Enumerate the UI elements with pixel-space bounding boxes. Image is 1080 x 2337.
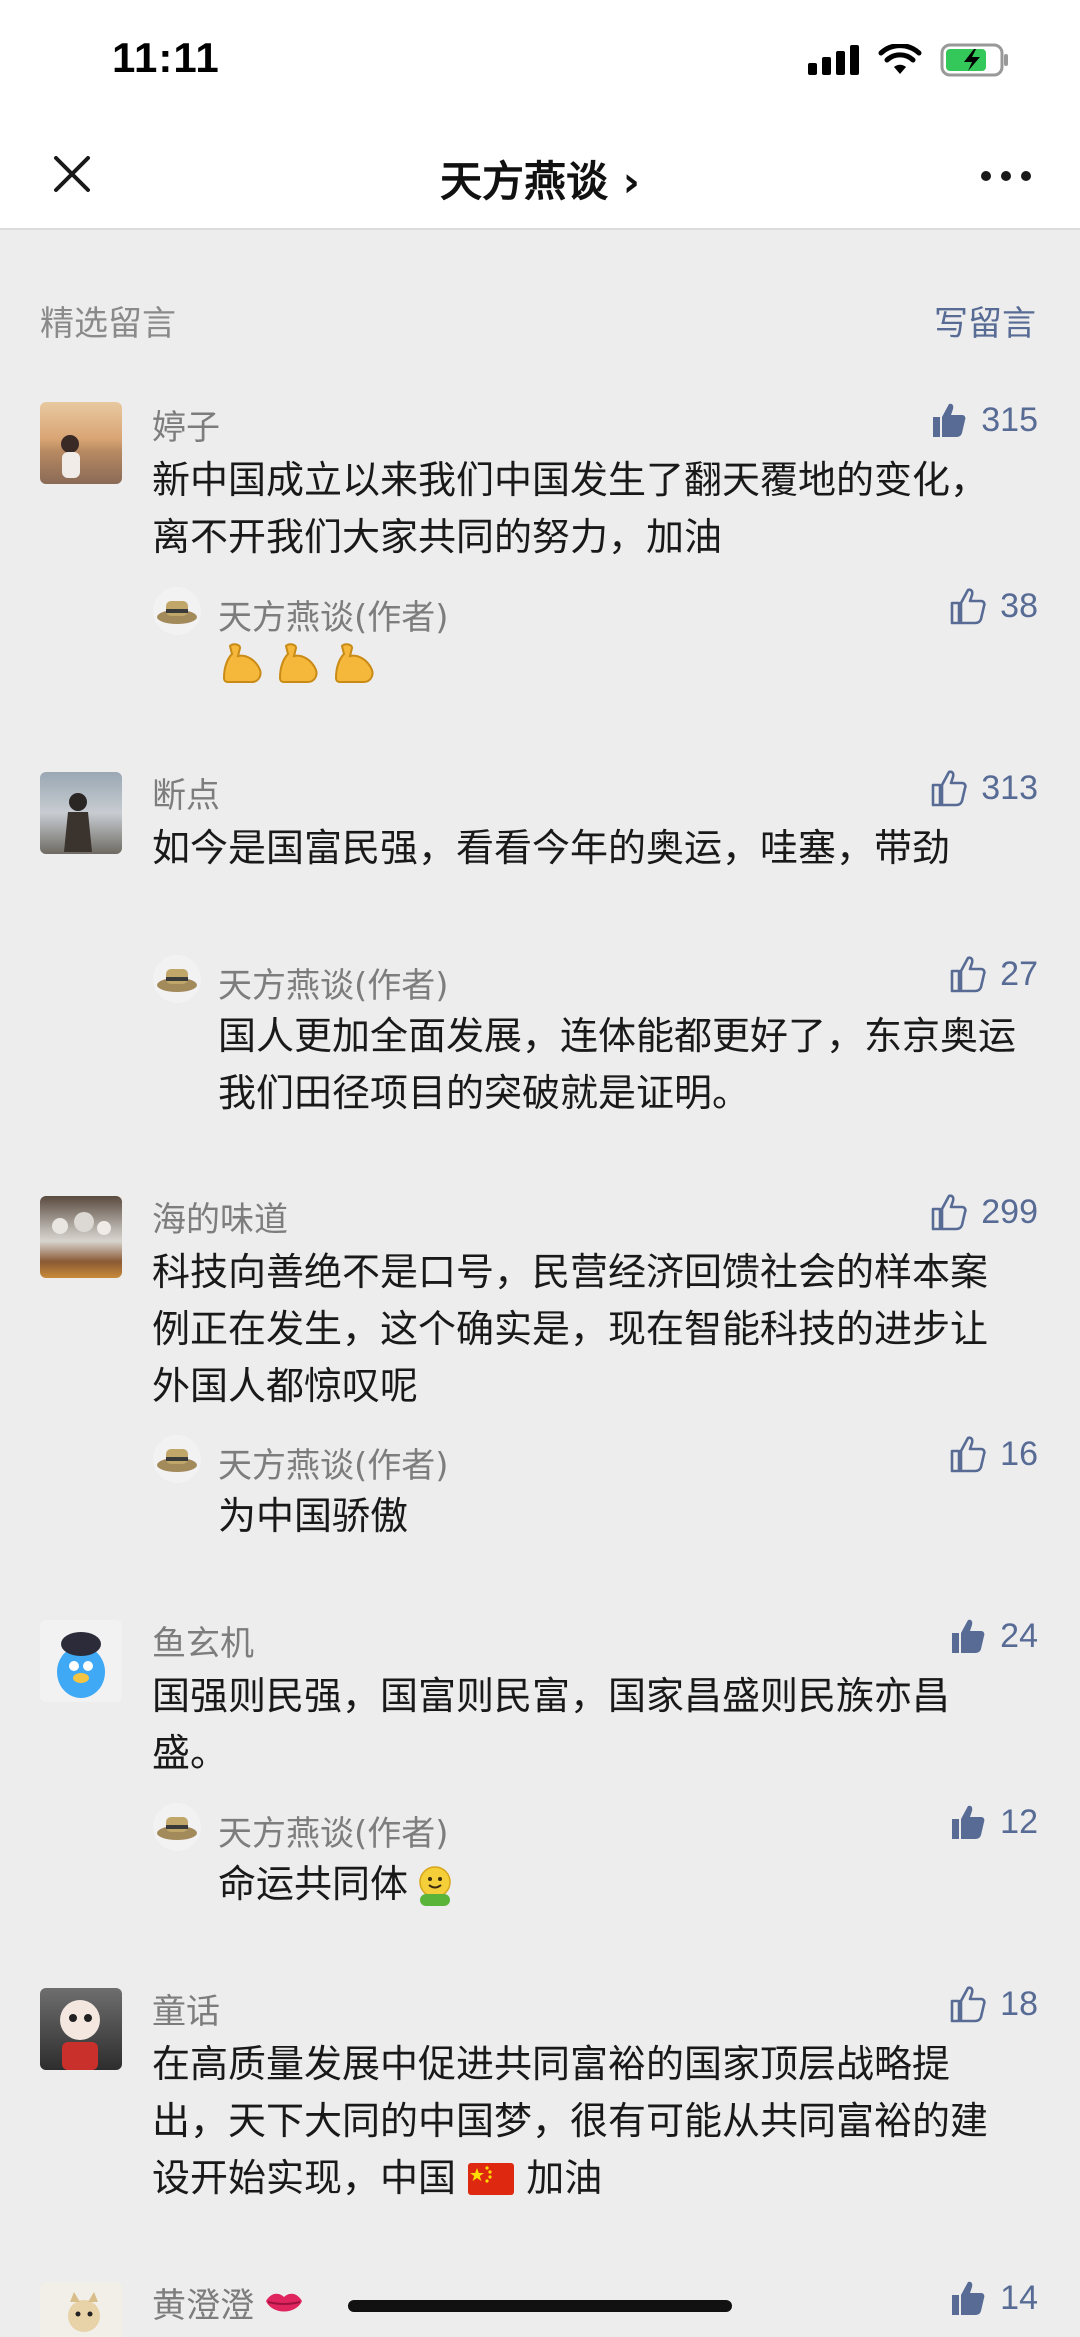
- reply-author: 天方燕谈(作者): [218, 1446, 449, 1486]
- china-flag-emoji-icon: [468, 2163, 515, 2195]
- nav-bar: 天方燕谈 ›: [0, 120, 1080, 230]
- home-indicator[interactable]: [348, 2300, 732, 2312]
- like-count: 18: [1000, 1984, 1038, 2023]
- thumb-up-icon: [952, 1619, 985, 1653]
- author-avatar: [153, 955, 201, 1003]
- write-comment-button[interactable]: 写留言: [934, 296, 1036, 345]
- comment-text: 科技向善绝不是口号，民营经济回馈社会的样本案例正在发生，这个确实是，现在智能科技…: [152, 1250, 989, 1408]
- thumb-up-icon: [931, 770, 967, 807]
- like-button[interactable]: 18: [948, 1984, 1038, 2024]
- thumb-up-icon: [952, 1805, 985, 1839]
- more-icon[interactable]: [980, 170, 1032, 182]
- reply-like-button[interactable]: 38: [948, 586, 1038, 626]
- thumb-up-icon: [950, 588, 986, 625]
- lips-emoji-icon: [266, 2293, 302, 2311]
- reply-author: 天方燕谈(作者): [218, 598, 449, 638]
- comment-author[interactable]: 黄澄澄: [152, 2278, 254, 2327]
- thumb-up-icon: [931, 1194, 967, 1231]
- thumb-up-icon: [950, 1436, 986, 1473]
- like-button[interactable]: 14: [948, 2278, 1038, 2318]
- thumb-up-icon: [950, 1986, 986, 2023]
- like-count: 315: [981, 400, 1038, 439]
- comment-text-suffix: 加油: [526, 2156, 603, 2200]
- status-time: 11:11: [112, 34, 220, 81]
- reply-like-button[interactable]: 12: [948, 1802, 1038, 1842]
- reply-text: 为中国骄傲: [218, 1494, 409, 1538]
- battery-icon: [940, 43, 1008, 77]
- like-count: 14: [1000, 2278, 1038, 2317]
- thumb-up-icon: [952, 2281, 985, 2315]
- comment-author[interactable]: 婷子: [152, 400, 220, 449]
- signal-icon: [808, 45, 859, 75]
- comment-author[interactable]: 鱼玄机: [152, 1616, 254, 1665]
- like-count: 313: [981, 768, 1038, 807]
- like-count: 299: [981, 1192, 1038, 1231]
- flexed-biceps-icon: [278, 643, 318, 683]
- like-button[interactable]: 299: [929, 1192, 1038, 1232]
- reply-text: 国人更加全面发展，连体能都更好了，东京奥运我们田径项目的突破就是证明。: [218, 1014, 1017, 1115]
- thumb-up-icon: [950, 956, 986, 993]
- section-title: 精选留言: [40, 304, 176, 344]
- status-bar: 11:11: [0, 0, 1080, 120]
- like-count: 27: [1000, 954, 1038, 993]
- flexed-biceps-icon: [334, 643, 374, 683]
- flexed-biceps-icon: [222, 643, 262, 683]
- reply-text-content: 命运共同体: [218, 1862, 409, 1906]
- flexed-biceps-emoji-row: [218, 638, 380, 688]
- like-count: 24: [1000, 1616, 1038, 1655]
- comment-text: 国强则民强，国富则民富，国家昌盛则民族亦昌盛。: [152, 1674, 951, 1775]
- comment-text: 如今是国富民强，看看今年的奥运，哇塞，带劲: [152, 826, 951, 870]
- reply-like-button[interactable]: 16: [948, 1434, 1038, 1474]
- status-icons: [808, 42, 1010, 78]
- like-button[interactable]: 313: [929, 768, 1038, 808]
- page-title[interactable]: 天方燕谈 ›: [0, 148, 1080, 209]
- avatar[interactable]: [40, 1988, 122, 2070]
- reply-like-button[interactable]: 27: [948, 954, 1038, 994]
- comment-author-row: 黄澄澄: [152, 2278, 304, 2327]
- hugging-face-emoji-icon: [419, 1865, 451, 1906]
- like-button[interactable]: 315: [929, 400, 1038, 440]
- wifi-icon: [878, 44, 922, 74]
- avatar[interactable]: [40, 1620, 122, 1702]
- comment-text: 在高质量发展中促进共同富裕的国家顶层战略提出，天下大同的中国梦，很有可能从共同富…: [152, 2036, 1012, 2207]
- thumb-up-icon: [933, 403, 966, 437]
- author-avatar: [153, 1435, 201, 1483]
- author-avatar: [153, 587, 201, 635]
- like-count: 16: [1000, 1434, 1038, 1473]
- comment-author[interactable]: 断点: [152, 768, 220, 817]
- author-avatar: [153, 1803, 201, 1851]
- like-button[interactable]: 24: [948, 1616, 1038, 1656]
- comment-text: 新中国成立以来我们中国发生了翻天覆地的变化，离不开我们大家共同的努力，加油: [152, 458, 989, 559]
- avatar[interactable]: [40, 2282, 122, 2337]
- like-count: 38: [1000, 586, 1038, 625]
- comment-author[interactable]: 海的味道: [152, 1192, 288, 1241]
- like-count: 12: [1000, 1802, 1038, 1841]
- reply-text: 命运共同体: [218, 1856, 1018, 1913]
- reply-author: 天方燕谈(作者): [218, 1814, 449, 1854]
- avatar[interactable]: [40, 1196, 122, 1278]
- comment-author[interactable]: 童话: [152, 1984, 220, 2033]
- avatar[interactable]: [40, 772, 122, 854]
- avatar[interactable]: [40, 402, 122, 484]
- reply-author: 天方燕谈(作者): [218, 966, 449, 1006]
